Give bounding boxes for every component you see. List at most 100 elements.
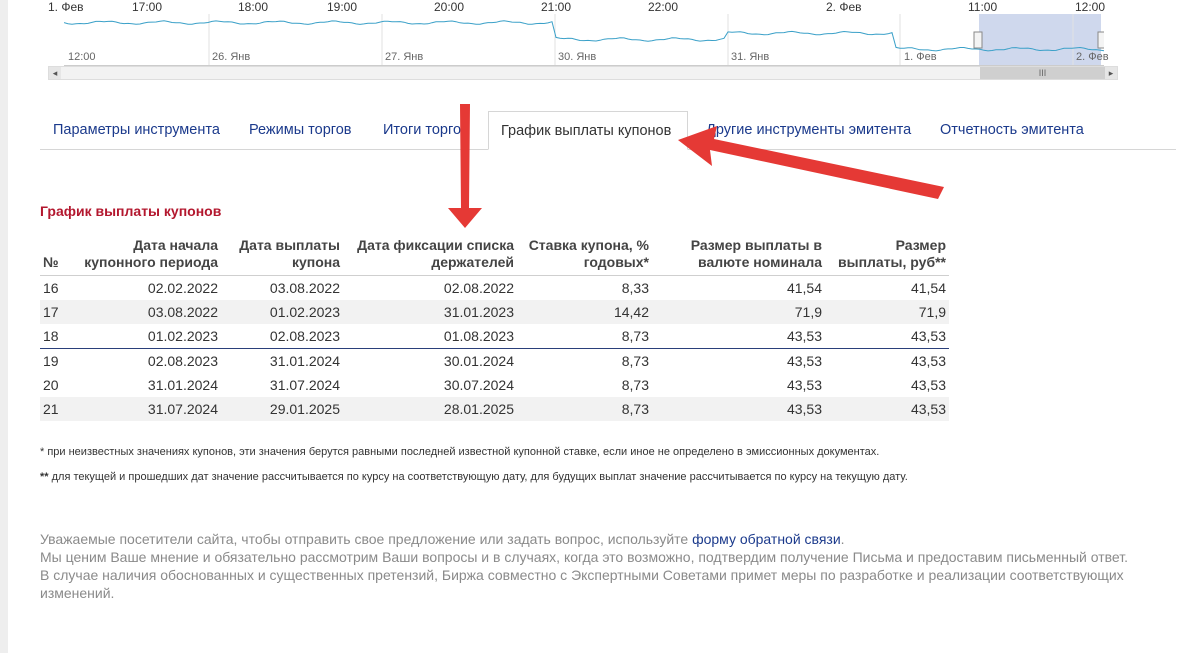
cell: 03.08.2022 [68,300,221,324]
cell: 02.02.2022 [147,280,218,296]
top-tick: 20:00 [434,0,465,14]
scroll-right-button[interactable]: ▸ [1105,67,1117,79]
table-row: 19 02.08.2023 31.01.2024 30.01.2024 8,73… [40,349,949,374]
cell: 14,42 [517,300,652,324]
cell: 71,9 [652,300,825,324]
bottom-tick: 2. Фев [1076,51,1109,63]
coupon-table: № Дата начала купонного периода Дата вып… [40,233,949,421]
bottom-tick: 26. Янв [212,51,251,63]
footnote-unknown-coupons: * при неизвестных значениях купонов, эти… [40,446,880,458]
table-row: 21 31.07.2024 29.01.2025 28.01.2025 8,73… [40,397,949,421]
navigator-series-line [64,20,1104,52]
cell: 30.07.2024 [443,377,514,393]
footnote-text: для текущей и прошедших дат значение рас… [48,471,908,483]
col-header-record-date: Дата фиксации списка держателей [343,233,517,276]
cell: 43,53 [910,353,946,369]
cell: 8,73 [517,397,652,421]
top-tick: 2. Фев [826,0,862,14]
scrollbar-thumb[interactable]: III [980,67,1105,79]
instrument-tabs: Параметры инструмента Режимы торгов Итог… [40,111,1176,150]
cell: 8,73 [621,353,649,369]
cell: 02.08.2023 [221,324,343,349]
top-tick: 12:00 [1075,0,1106,14]
top-tick: 11:00 [968,0,998,14]
cell: 31.07.2024 [269,377,340,393]
bottom-tick: 31. Янв [731,51,770,63]
tab-other-instruments[interactable]: Другие инструменты эмитента [706,111,911,149]
cell: 28.01.2025 [343,397,517,421]
cell: 01.02.2023 [68,324,221,349]
col-header-payment-rub: Размер выплаты, руб** [825,233,949,276]
cell: 8,33 [621,280,649,296]
top-tick: 17:00 [132,0,163,14]
col-header-payment-nominal: Размер выплаты в валюте номинала [652,233,825,276]
tab-trading-results[interactable]: Итоги торгов [383,111,469,149]
cell: 03.08.2022 [269,280,340,296]
cell: 43,53 [652,324,825,349]
bottom-tick: 1. Фев [904,51,937,63]
top-time-axis: 1. Фев 17:00 18:00 19:00 20:00 21:00 22:… [48,0,1108,14]
col-header-start-date: Дата начала купонного периода [68,233,221,276]
page-left-border [0,0,8,653]
navigator-plot-area[interactable]: 12:00 26. Янв 27. Янв 30. Янв 31. Янв 1.… [64,14,1109,66]
feedback-form-link[interactable]: форму обратной связи [692,531,841,547]
chart-navigator[interactable]: 1. Фев 17:00 18:00 19:00 20:00 21:00 22:… [48,0,1118,80]
cell: 31.01.2024 [269,353,340,369]
cell: 43,53 [910,377,946,393]
cell: 43,53 [786,353,822,369]
tab-coupon-schedule[interactable]: График выплаты купонов [488,111,688,150]
feedback-line-2: Мы ценим Ваше мнение и обязательно рассм… [40,549,1128,565]
top-tick: 1. Фев [48,0,84,14]
feedback-line-1: Уважаемые посетители сайта, чтобы отправ… [40,530,1160,548]
tab-instrument-params[interactable]: Параметры инструмента [53,111,220,149]
top-tick: 19:00 [327,0,358,14]
cell: 20 [43,377,59,393]
cell: 43,53 [825,397,949,421]
cell: 71,9 [825,300,949,324]
cell: 41,54 [786,280,822,296]
cell: 01.02.2023 [221,300,343,324]
cell: 17 [40,300,68,324]
navigator-right-handle[interactable] [1097,31,1104,49]
cell: 41,54 [910,280,946,296]
cell: 43,53 [652,397,825,421]
cell: 19 [43,353,59,369]
cell: 29.01.2025 [221,397,343,421]
col-header-coupon-rate: Ставка купона, % годовых* [517,233,652,276]
footnote-mark: ** [40,471,49,483]
navigator-left-handle[interactable] [973,31,983,49]
scroll-left-button[interactable]: ◂ [49,67,61,79]
top-tick: 21:00 [541,0,572,14]
tab-trading-modes[interactable]: Режимы торгов [249,111,352,149]
cell: 30.01.2024 [443,353,514,369]
feedback-notice: Уважаемые посетители сайта, чтобы отправ… [40,530,1160,602]
cell: 31.01.2023 [343,300,517,324]
cell: 02.08.2022 [443,280,514,296]
cell: 02.08.2023 [147,353,218,369]
bottom-tick: 27. Янв [385,51,424,63]
feedback-period: . [840,531,845,547]
table-row: 16 02.02.2022 03.08.2022 02.08.2022 8,33… [40,276,949,301]
col-header-payment-date: Дата выплаты купона [221,233,343,276]
table-row: 20 31.01.2024 31.07.2024 30.07.2024 8,73… [40,373,949,397]
bottom-tick: 30. Янв [558,51,597,63]
cell: 16 [43,280,59,296]
feedback-line-3: В случае наличия обоснованных и существе… [40,567,1124,601]
footnote-rub-rate: ** для текущей и прошедших дат значение … [40,471,908,483]
cell: 31.01.2024 [147,377,218,393]
cell: 18 [40,324,68,349]
cell: 8,73 [517,324,652,349]
section-title: График выплаты купонов [40,203,222,219]
bottom-tick: 12:00 [68,51,96,63]
cell: 43,53 [825,324,949,349]
table-row-current: 18 01.02.2023 02.08.2023 01.08.2023 8,73… [40,324,949,349]
cell: 8,73 [621,377,649,393]
tab-issuer-reports[interactable]: Отчетность эмитента [940,111,1084,149]
table-header-row: № Дата начала купонного периода Дата вып… [40,233,949,276]
cell: 31.07.2024 [68,397,221,421]
feedback-text: Уважаемые посетители сайта, чтобы отправ… [40,531,693,547]
col-header-number: № [40,233,68,276]
cell: 21 [40,397,68,421]
navigator-scrollbar[interactable]: ◂ III ▸ [48,66,1118,80]
cell: 43,53 [786,377,822,393]
